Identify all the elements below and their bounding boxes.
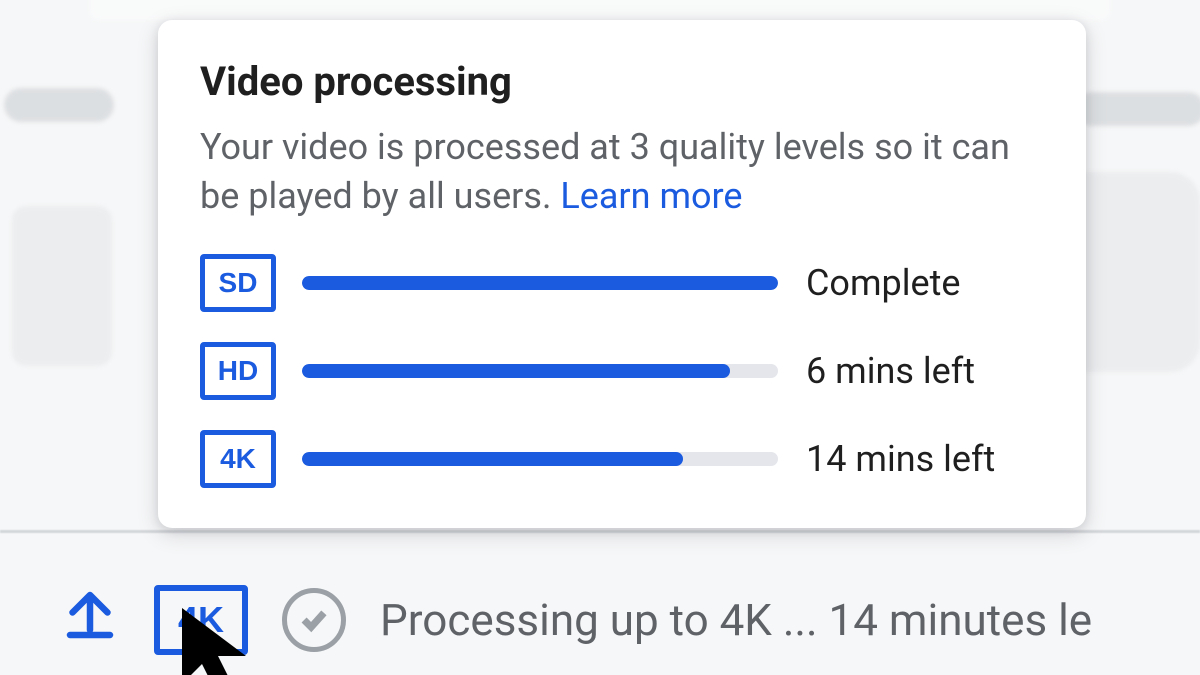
quality-badge-4k[interactable]: 4K <box>154 585 248 655</box>
skeleton-shape <box>90 0 1110 20</box>
processing-row-sd: SD Complete <box>200 254 1046 312</box>
processing-status-text: Processing up to 4K ... 14 minutes le <box>380 594 1092 646</box>
processing-row-hd: HD 6 mins left <box>200 342 1046 400</box>
check-circle-icon <box>282 588 346 652</box>
skeleton-shape <box>1075 92 1200 126</box>
tooltip-title: Video processing <box>200 58 1046 105</box>
skeleton-shape <box>12 206 112 366</box>
upload-icon[interactable] <box>60 585 120 656</box>
sd-badge-icon: SD <box>200 254 276 312</box>
sd-progress-fill <box>302 276 778 290</box>
learn-more-link[interactable]: Learn more <box>560 175 742 217</box>
video-processing-tooltip: Video processing Your video is processed… <box>158 20 1086 528</box>
sd-progress-bar <box>302 276 778 290</box>
skeleton-shape <box>4 88 114 122</box>
status-bar: 4K Processing up to 4K ... 14 minutes le <box>0 565 1200 675</box>
processing-rows: SD Complete HD 6 mins left 4K 14 mins le… <box>200 254 1046 488</box>
processing-row-4k: 4K 14 mins left <box>200 430 1046 488</box>
fourk-progress-fill <box>302 452 683 466</box>
fourk-badge-icon: 4K <box>200 430 276 488</box>
fourk-status-label: 14 mins left <box>806 438 1046 480</box>
hd-badge-icon: HD <box>200 342 276 400</box>
tooltip-description: Your video is processed at 3 quality lev… <box>200 123 1046 220</box>
divider <box>0 530 1200 533</box>
hd-progress-fill <box>302 364 730 378</box>
sd-status-label: Complete <box>806 262 1046 304</box>
fourk-progress-bar <box>302 452 778 466</box>
hd-progress-bar <box>302 364 778 378</box>
hd-status-label: 6 mins left <box>806 350 1046 392</box>
